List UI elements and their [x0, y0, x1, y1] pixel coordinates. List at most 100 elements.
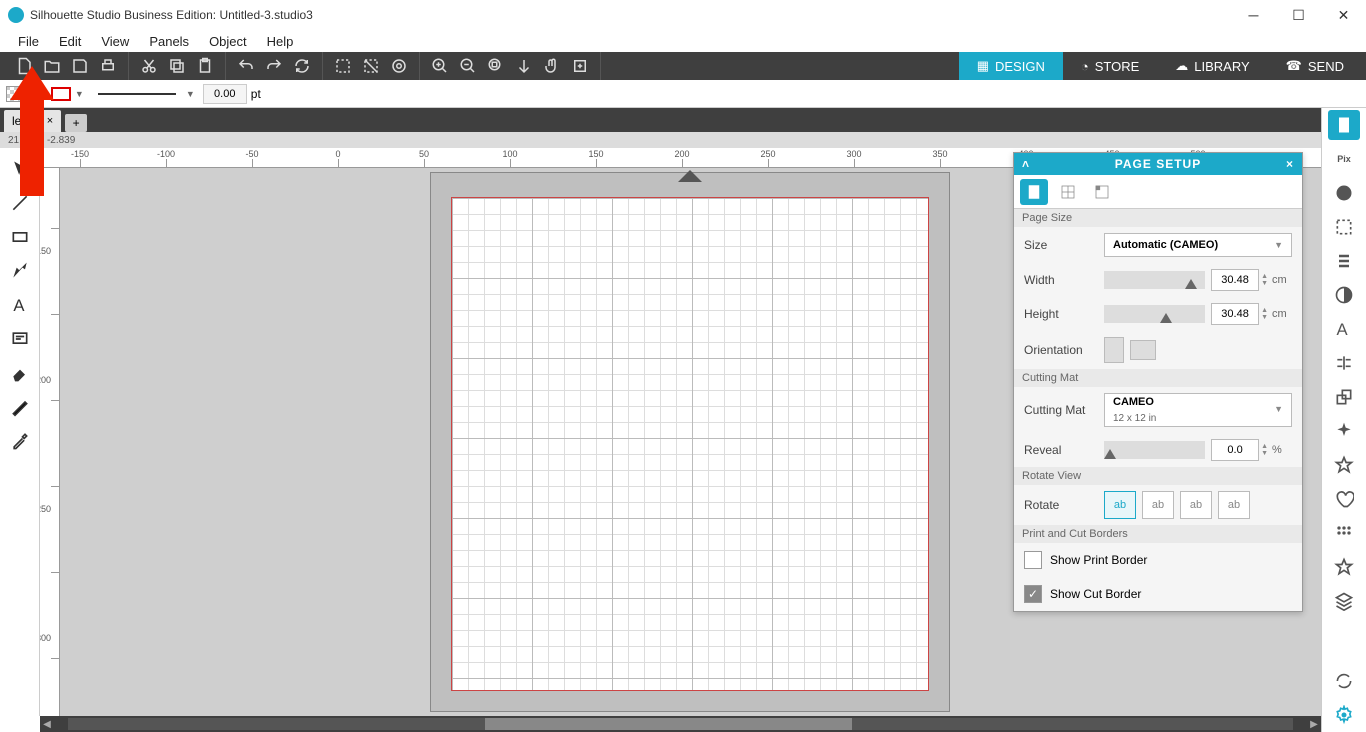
panel-tab-grid[interactable] [1054, 179, 1082, 205]
show-print-border-label: Show Print Border [1050, 553, 1147, 567]
open-file-button[interactable] [39, 54, 65, 78]
zoom-out-button[interactable] [455, 54, 481, 78]
trace-button[interactable] [1328, 246, 1360, 276]
zoom-selection-button[interactable] [483, 54, 509, 78]
undo-button[interactable] [233, 54, 259, 78]
line-style-button[interactable] [1328, 212, 1360, 242]
width-input[interactable] [1211, 269, 1259, 291]
show-cut-border-checkbox[interactable]: ✓ [1024, 585, 1042, 603]
zoom-fit-button[interactable] [511, 54, 537, 78]
fill-swatch[interactable] [6, 86, 30, 102]
menu-object[interactable]: Object [199, 32, 257, 51]
line-dropdown-arrow[interactable]: ▼ [186, 89, 195, 99]
menu-view[interactable]: View [91, 32, 139, 51]
close-tab-button[interactable]: × [47, 115, 53, 127]
scroll-right-arrow[interactable]: ▶ [1307, 717, 1321, 731]
knife-tool[interactable] [5, 392, 35, 422]
text-tool[interactable]: A [5, 290, 35, 320]
settings-button[interactable] [1328, 700, 1360, 730]
deselect-button[interactable] [358, 54, 384, 78]
scroll-left-arrow[interactable]: ◀ [40, 717, 54, 731]
rotate-90-button[interactable]: ab [1142, 491, 1174, 519]
print-button[interactable] [95, 54, 121, 78]
rhinestone-button[interactable] [1328, 518, 1360, 548]
width-spinner[interactable]: ▲▼ [1261, 273, 1268, 287]
minimize-button[interactable]: ─ [1231, 0, 1276, 30]
page-grid [452, 198, 928, 690]
refresh-button[interactable] [289, 54, 315, 78]
eraser-tool[interactable] [5, 358, 35, 388]
maximize-button[interactable]: ☐ [1276, 0, 1321, 30]
fill-dropdown-arrow[interactable]: ▼ [34, 89, 43, 99]
orientation-portrait-button[interactable] [1104, 337, 1124, 363]
menu-help[interactable]: Help [257, 32, 304, 51]
line-style-preview[interactable] [98, 93, 176, 95]
star-button[interactable] [1328, 450, 1360, 480]
reveal-spinner[interactable]: ▲▼ [1261, 443, 1268, 457]
fit-page-button[interactable] [567, 54, 593, 78]
cutting-mat-select[interactable]: CAMEO 12 x 12 in ▼ [1104, 393, 1292, 427]
select-tool[interactable] [5, 154, 35, 184]
horizontal-scrollbar[interactable]: ◀ ▶ [40, 716, 1321, 732]
star-outline-button[interactable] [1328, 552, 1360, 582]
menu-file[interactable]: File [8, 32, 49, 51]
menu-edit[interactable]: Edit [49, 32, 91, 51]
menu-panels[interactable]: Panels [139, 32, 199, 51]
height-spinner[interactable]: ▲▼ [1261, 307, 1268, 321]
contrast-button[interactable] [1328, 280, 1360, 310]
orientation-landscape-button[interactable] [1130, 340, 1156, 360]
document-tab[interactable]: led-3 × [4, 110, 61, 132]
cut-button[interactable] [136, 54, 162, 78]
eyedropper-tool[interactable] [5, 426, 35, 456]
new-file-button[interactable] [11, 54, 37, 78]
add-tab-button[interactable]: + [65, 114, 87, 132]
zoom-in-button[interactable] [427, 54, 453, 78]
layers-button[interactable] [1328, 586, 1360, 616]
rotate-0-button[interactable]: ab [1104, 491, 1136, 519]
show-print-border-checkbox[interactable] [1024, 551, 1042, 569]
height-input[interactable] [1211, 303, 1259, 325]
panel-tab-registration[interactable] [1088, 179, 1116, 205]
reveal-input[interactable] [1211, 439, 1259, 461]
preview-button[interactable] [386, 54, 412, 78]
refresh-panel-button[interactable] [1328, 666, 1360, 696]
size-select[interactable]: Automatic (CAMEO)▼ [1104, 233, 1292, 257]
page-setup-button[interactable] [1328, 110, 1360, 140]
heart-button[interactable] [1328, 484, 1360, 514]
effects-button[interactable] [1328, 416, 1360, 446]
tab-send[interactable]: ☎SEND [1268, 52, 1362, 80]
stroke-swatch[interactable] [51, 87, 71, 101]
rotate-270-button[interactable]: ab [1218, 491, 1250, 519]
window-title: Silhouette Studio Business Edition: Unti… [30, 8, 313, 22]
tab-store[interactable]: ◔STORE [1063, 52, 1157, 80]
mat-feed-arrow-icon [678, 170, 702, 182]
close-button[interactable]: ✕ [1321, 0, 1366, 30]
tab-library[interactable]: ☁LIBRARY [1157, 52, 1267, 80]
freehand-tool[interactable] [5, 256, 35, 286]
panel-close-button[interactable]: × [1286, 157, 1294, 171]
save-button[interactable] [67, 54, 93, 78]
align-button[interactable] [1328, 348, 1360, 378]
scale-button[interactable] [1328, 382, 1360, 412]
note-tool[interactable] [5, 324, 35, 354]
panel-tab-page[interactable] [1020, 179, 1048, 205]
tab-design[interactable]: ▦DESIGN [959, 52, 1063, 80]
fill-color-button[interactable] [1328, 178, 1360, 208]
redo-button[interactable] [261, 54, 287, 78]
text-style-button[interactable]: A [1328, 314, 1360, 344]
size-label: Size [1024, 238, 1104, 252]
copy-button[interactable] [164, 54, 190, 78]
reveal-slider[interactable] [1104, 441, 1205, 459]
select-all-button[interactable] [330, 54, 356, 78]
rotate-180-button[interactable]: ab [1180, 491, 1212, 519]
paste-button[interactable] [192, 54, 218, 78]
width-slider[interactable] [1104, 271, 1205, 289]
line-weight-input[interactable] [203, 84, 247, 104]
rectangle-tool[interactable] [5, 222, 35, 252]
pan-button[interactable] [539, 54, 565, 78]
pixscan-button[interactable]: Pix [1328, 144, 1360, 174]
height-slider[interactable] [1104, 305, 1205, 323]
line-tool[interactable] [5, 188, 35, 218]
panel-collapse-button[interactable]: ˄ [1022, 157, 1030, 171]
stroke-dropdown-arrow[interactable]: ▼ [75, 89, 84, 99]
